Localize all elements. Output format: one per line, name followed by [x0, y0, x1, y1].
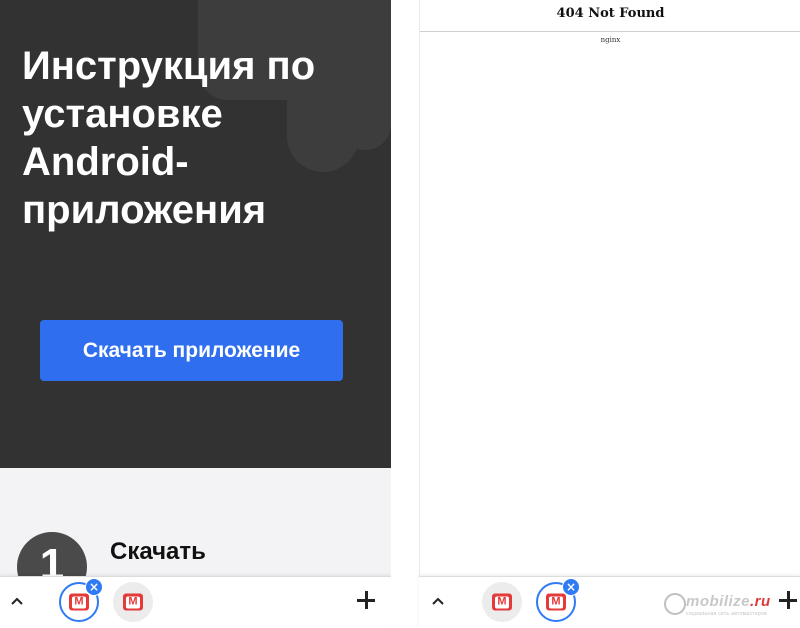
left-browser-screen: Инструкция по установке Android-приложен…: [0, 0, 391, 627]
favicon-letter: M: [126, 596, 140, 608]
favicon-letter: M: [495, 596, 509, 608]
chevron-up-icon[interactable]: [8, 591, 26, 611]
step-title: Скачать: [110, 538, 206, 565]
red-m-favicon: M: [492, 593, 512, 611]
server-name: nginx: [600, 36, 621, 44]
left-tab-bar: M × M: [0, 576, 391, 628]
tab-inactive[interactable]: M: [113, 582, 153, 622]
red-m-favicon: M: [123, 593, 143, 611]
screen-divider: [391, 0, 419, 627]
close-icon[interactable]: ×: [562, 578, 580, 596]
red-m-favicon: M: [69, 593, 89, 611]
error-title: 404 Not Found: [556, 6, 665, 21]
decorative-shape: [340, 0, 391, 150]
download-app-button[interactable]: Скачать приложение: [40, 320, 343, 381]
favicon-letter: M: [72, 596, 86, 608]
close-icon[interactable]: ×: [85, 578, 103, 596]
hero-section: Инструкция по установке Android-приложен…: [0, 0, 391, 468]
right-browser-screen: 404 Not Found nginx: [419, 0, 800, 576]
watermark-logo-icon: [664, 593, 686, 615]
tab-active[interactable]: M ×: [536, 578, 580, 622]
tab-active[interactable]: M ×: [59, 578, 103, 622]
plus-icon[interactable]: [355, 589, 377, 611]
red-m-favicon: M: [546, 593, 566, 611]
divider: [420, 31, 800, 32]
site-watermark: mobilize.ru социальная сеть автомастеров: [664, 591, 798, 621]
tab-inactive[interactable]: M: [482, 582, 522, 622]
page-title: Инструкция по установке Android-приложен…: [22, 44, 316, 232]
watermark-tagline: социальная сеть автомастеров: [686, 611, 768, 617]
favicon-letter: M: [549, 596, 563, 608]
watermark-brand: mobilize.ru: [686, 593, 771, 610]
chevron-up-icon[interactable]: [429, 591, 447, 611]
